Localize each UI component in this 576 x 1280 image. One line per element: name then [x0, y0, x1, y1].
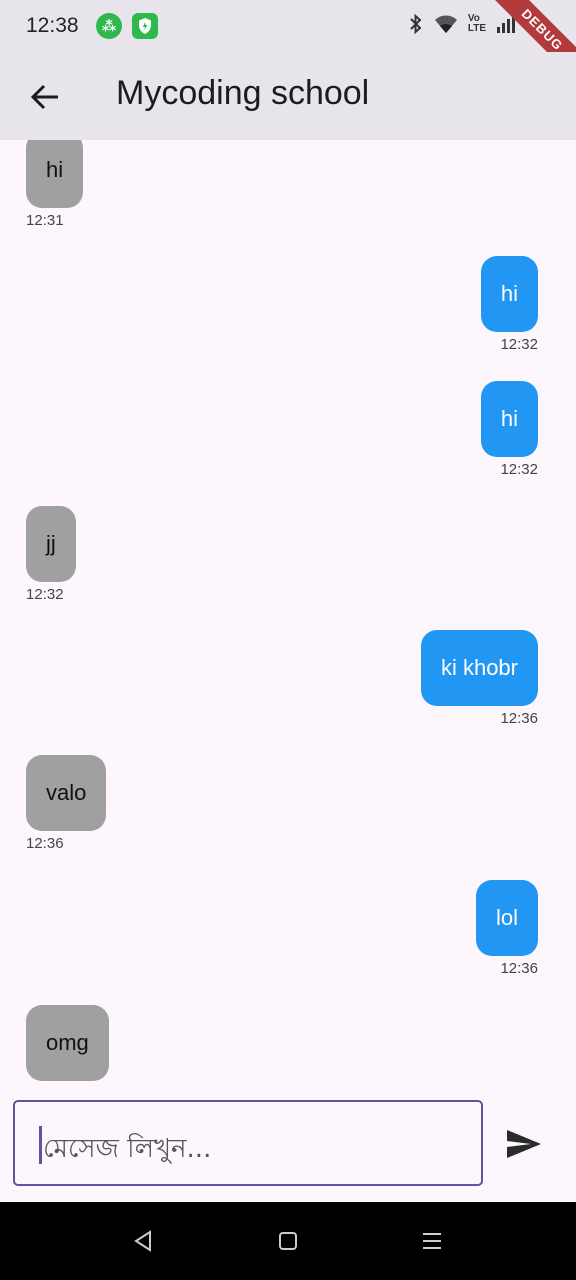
- back-button[interactable]: [22, 74, 68, 120]
- message-outgoing: hi 12:32: [480, 256, 538, 353]
- message-time: 12:36: [26, 835, 64, 852]
- message-input[interactable]: মেসেজ লিখুন...: [13, 1100, 483, 1186]
- send-button[interactable]: [504, 1124, 544, 1164]
- app-bar: Mycoding school: [0, 52, 576, 140]
- status-icons: Vo LTE: [408, 12, 516, 36]
- page-title: Mycoding school: [116, 74, 370, 112]
- message-time: 12:32: [500, 461, 538, 478]
- menu-lines-icon: [423, 1233, 441, 1249]
- status-time: 12:38: [26, 14, 79, 37]
- message-time: 12:31: [26, 212, 64, 229]
- app-notification-icon: ⁂: [96, 13, 122, 39]
- message-time: 12:32: [500, 336, 538, 353]
- triangle-back-icon: [134, 1230, 151, 1252]
- message-bubble[interactable]: hi: [480, 256, 538, 332]
- nav-back-button[interactable]: [126, 1224, 160, 1258]
- message-bubble[interactable]: jj: [26, 506, 76, 582]
- volte-icon: Vo LTE: [467, 13, 486, 34]
- message-time: 12:32: [26, 586, 64, 603]
- message-outgoing: lol 12:36: [475, 880, 538, 977]
- message-incoming: omg: [26, 1005, 109, 1085]
- message-outgoing: hi 12:32: [480, 381, 538, 478]
- message-incoming: hi 12:31: [26, 140, 84, 229]
- message-incoming: jj 12:32: [26, 506, 76, 603]
- send-icon: [507, 1130, 541, 1158]
- status-bar: 12:38 ⁂ Vo LTE DEBUG: [0, 0, 576, 88]
- arrow-left-icon: [30, 84, 58, 110]
- bluetooth-icon: [410, 13, 422, 35]
- message-composer: মেসেজ লিখুন...: [0, 1090, 576, 1202]
- message-bubble[interactable]: valo: [26, 755, 107, 831]
- message-bubble[interactable]: hi: [26, 140, 84, 208]
- wifi-icon: [434, 15, 457, 33]
- message-bubble[interactable]: lol: [475, 880, 538, 956]
- nav-home-button[interactable]: [271, 1224, 305, 1258]
- message-time: 12:36: [500, 710, 538, 727]
- text-cursor: [39, 1126, 42, 1164]
- square-home-icon: [279, 1232, 297, 1250]
- nav-recents-button[interactable]: [415, 1224, 449, 1258]
- message-time: 12:36: [500, 960, 538, 977]
- message-bubble[interactable]: ki khobr: [420, 630, 538, 706]
- message-input-placeholder: মেসেজ লিখুন...: [43, 1134, 212, 1164]
- message-outgoing: ki khobr 12:36: [420, 630, 538, 727]
- message-bubble[interactable]: hi: [480, 381, 538, 457]
- message-bubble[interactable]: omg: [26, 1005, 109, 1081]
- chat-message-list[interactable]: hi 12:31 hi 12:32 hi 12:32 jj 12:32 ki k…: [0, 140, 576, 1090]
- message-incoming: valo 12:36: [26, 755, 107, 852]
- shield-icon: [132, 13, 158, 39]
- system-navigation-bar: [0, 1202, 576, 1280]
